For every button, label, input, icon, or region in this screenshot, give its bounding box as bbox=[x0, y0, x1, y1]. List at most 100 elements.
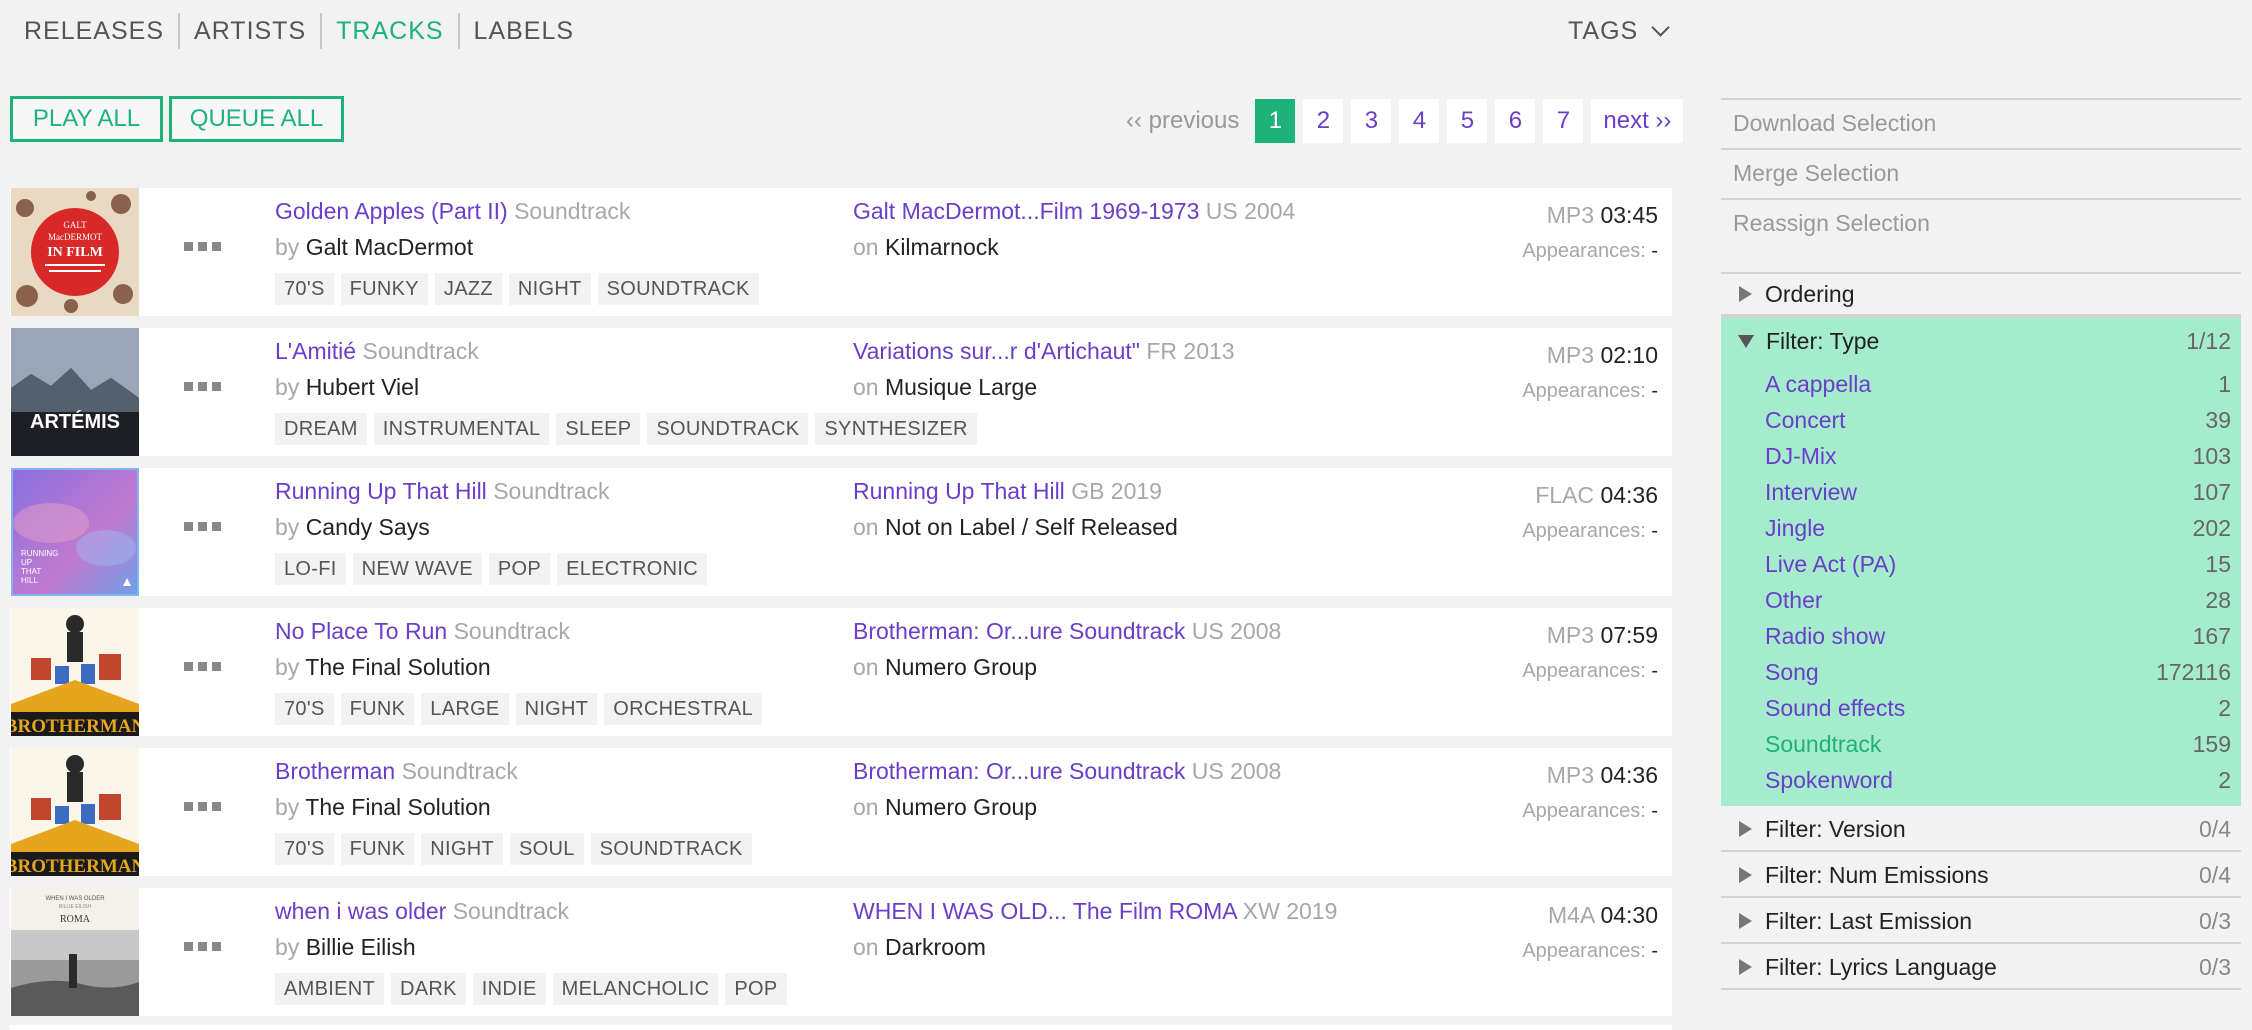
release-title[interactable]: Brotherman: Or...ure Soundtrack bbox=[853, 618, 1185, 644]
tag[interactable]: 70'S bbox=[275, 273, 334, 305]
page-2[interactable]: 2 bbox=[1303, 99, 1344, 143]
tag[interactable]: NEW WAVE bbox=[352, 553, 482, 585]
merge-selection-button[interactable]: Merge Selection bbox=[1721, 148, 2241, 196]
tag[interactable]: SOUNDTRACK bbox=[590, 833, 752, 865]
track-title[interactable]: L'Amitié bbox=[275, 338, 356, 364]
track-artist[interactable]: Galt MacDermot bbox=[306, 234, 473, 260]
record-label[interactable]: Numero Group bbox=[885, 794, 1037, 820]
track-artist[interactable]: Billie Eilish bbox=[306, 934, 416, 960]
filter-option[interactable]: DJ-Mix 103 bbox=[1765, 438, 2231, 474]
tag[interactable]: SYNTHESIZER bbox=[815, 413, 977, 445]
nav-releases[interactable]: RELEASES bbox=[10, 13, 178, 49]
filter-type-header[interactable]: Filter: Type 1/12 bbox=[1721, 316, 2241, 364]
page-7[interactable]: 7 bbox=[1543, 99, 1584, 143]
page-5[interactable]: 5 bbox=[1447, 99, 1488, 143]
tag[interactable]: MELANCHOLIC bbox=[552, 973, 719, 1005]
tag[interactable]: POP bbox=[488, 553, 551, 585]
release-title[interactable]: Galt MacDermot...Film 1969-1973 bbox=[853, 198, 1199, 224]
more-options-icon[interactable] bbox=[184, 382, 226, 391]
filter-version-section[interactable]: Filter: Version 0/4 bbox=[1721, 808, 2241, 852]
filter-option[interactable]: A cappella 1 bbox=[1765, 366, 2231, 402]
filter-option[interactable]: Live Act (PA) 15 bbox=[1765, 546, 2231, 582]
nav-labels[interactable]: LABELS bbox=[457, 13, 589, 49]
record-label[interactable]: Musique Large bbox=[885, 374, 1037, 400]
track-title[interactable]: No Place To Run bbox=[275, 618, 447, 644]
nav-tracks[interactable]: TRACKS bbox=[320, 13, 457, 49]
tag[interactable]: SOUNDTRACK bbox=[647, 413, 809, 445]
tag[interactable]: DARK bbox=[391, 973, 466, 1005]
tag[interactable]: LARGE bbox=[421, 693, 509, 725]
tag[interactable]: FUNKY bbox=[340, 273, 428, 305]
filter-option[interactable]: Other 28 bbox=[1765, 582, 2231, 618]
filter-option[interactable]: Spokenword 2 bbox=[1765, 762, 2231, 798]
tag[interactable]: DREAM bbox=[275, 413, 367, 445]
filter-option[interactable]: Concert 39 bbox=[1765, 402, 2231, 438]
reassign-selection-button[interactable]: Reassign Selection bbox=[1721, 198, 2241, 246]
page-6[interactable]: 6 bbox=[1495, 99, 1536, 143]
filter-option[interactable]: Jingle 202 bbox=[1765, 510, 2231, 546]
track-artist[interactable]: Candy Says bbox=[306, 514, 430, 540]
track-title[interactable]: Brotherman bbox=[275, 758, 395, 784]
record-label[interactable]: Kilmarnock bbox=[885, 234, 999, 260]
tag[interactable]: 70'S bbox=[275, 833, 334, 865]
more-options-icon[interactable] bbox=[184, 942, 226, 951]
track-artist[interactable]: Hubert Viel bbox=[306, 374, 419, 400]
tag[interactable]: SOUL bbox=[509, 833, 584, 865]
tag[interactable]: 70'S bbox=[275, 693, 334, 725]
play-all-button[interactable]: PLAY ALL bbox=[10, 96, 163, 142]
tag[interactable]: INDIE bbox=[472, 973, 546, 1005]
tag[interactable]: LO-FI bbox=[275, 553, 346, 585]
album-cover[interactable]: BROTHERMAN bbox=[11, 748, 139, 876]
album-cover[interactable]: RUNNING UP THAT HILL bbox=[11, 468, 139, 596]
release-title[interactable]: WHEN I WAS OLD... The Film ROMA bbox=[853, 898, 1236, 924]
more-options-icon[interactable] bbox=[184, 242, 226, 251]
more-options-icon[interactable] bbox=[184, 802, 226, 811]
tag[interactable]: INSTRUMENTAL bbox=[373, 413, 550, 445]
filter-last-emission-section[interactable]: Filter: Last Emission 0/3 bbox=[1721, 900, 2241, 944]
filter-option[interactable]: Sound effects 2 bbox=[1765, 690, 2231, 726]
record-label[interactable]: Darkroom bbox=[885, 934, 986, 960]
nav-artists[interactable]: ARTISTS bbox=[178, 13, 320, 49]
filter-option[interactable]: Song 172116 bbox=[1765, 654, 2231, 690]
album-cover[interactable]: WHEN I WAS OLDER BILLIE EILISH ROMA bbox=[11, 888, 139, 1016]
queue-all-button[interactable]: QUEUE ALL bbox=[169, 96, 344, 142]
previous-page-link[interactable]: ‹‹ previous bbox=[1118, 99, 1247, 143]
release-title[interactable]: Brotherman: Or...ure Soundtrack bbox=[853, 758, 1185, 784]
tag[interactable]: FUNK bbox=[340, 833, 415, 865]
more-options-icon[interactable] bbox=[184, 522, 226, 531]
ordering-section[interactable]: Ordering bbox=[1721, 272, 2241, 316]
tag[interactable]: FUNK bbox=[340, 693, 415, 725]
tag[interactable]: NIGHT bbox=[421, 833, 503, 865]
tag[interactable]: NIGHT bbox=[508, 273, 591, 305]
tag[interactable]: POP bbox=[725, 973, 787, 1005]
track-artist[interactable]: The Final Solution bbox=[305, 654, 490, 680]
record-label[interactable]: Numero Group bbox=[885, 654, 1037, 680]
album-cover[interactable]: BROTHERMAN bbox=[11, 608, 139, 736]
tag[interactable]: JAZZ bbox=[434, 273, 502, 305]
album-cover[interactable]: GALT MacDERMOT IN FILM bbox=[11, 188, 139, 316]
release-title[interactable]: Variations sur...r d'Artichaut" bbox=[853, 338, 1140, 364]
page-3[interactable]: 3 bbox=[1351, 99, 1392, 143]
filter-option[interactable]: Radio show 167 bbox=[1765, 618, 2231, 654]
tag[interactable]: SOUNDTRACK bbox=[597, 273, 759, 305]
tag[interactable]: ORCHESTRAL bbox=[604, 693, 762, 725]
filter-lyrics-language-section[interactable]: Filter: Lyrics Language 0/3 bbox=[1721, 946, 2241, 990]
page-4[interactable]: 4 bbox=[1399, 99, 1440, 143]
track-artist[interactable]: The Final Solution bbox=[305, 794, 490, 820]
download-selection-button[interactable]: Download Selection bbox=[1721, 98, 2241, 146]
page-1[interactable]: 1 bbox=[1255, 99, 1296, 143]
filter-option[interactable]: Interview 107 bbox=[1765, 474, 2231, 510]
tag[interactable]: NIGHT bbox=[515, 693, 598, 725]
tag[interactable]: AMBIENT bbox=[275, 973, 384, 1005]
record-label[interactable]: Not on Label / Self Released bbox=[885, 514, 1178, 540]
filter-option-selected[interactable]: Soundtrack 159 bbox=[1765, 726, 2231, 762]
next-page-link[interactable]: next ›› bbox=[1591, 99, 1684, 143]
release-title[interactable]: Running Up That Hill bbox=[853, 478, 1065, 504]
tag[interactable]: SLEEP bbox=[556, 413, 641, 445]
tags-dropdown[interactable]: TAGS bbox=[1568, 12, 1670, 50]
track-title[interactable]: when i was older bbox=[275, 898, 446, 924]
track-title[interactable]: Golden Apples (Part II) bbox=[275, 198, 508, 224]
track-title[interactable]: Running Up That Hill bbox=[275, 478, 487, 504]
more-options-icon[interactable] bbox=[184, 662, 226, 671]
album-cover[interactable]: ARTÉMIS bbox=[11, 328, 139, 456]
